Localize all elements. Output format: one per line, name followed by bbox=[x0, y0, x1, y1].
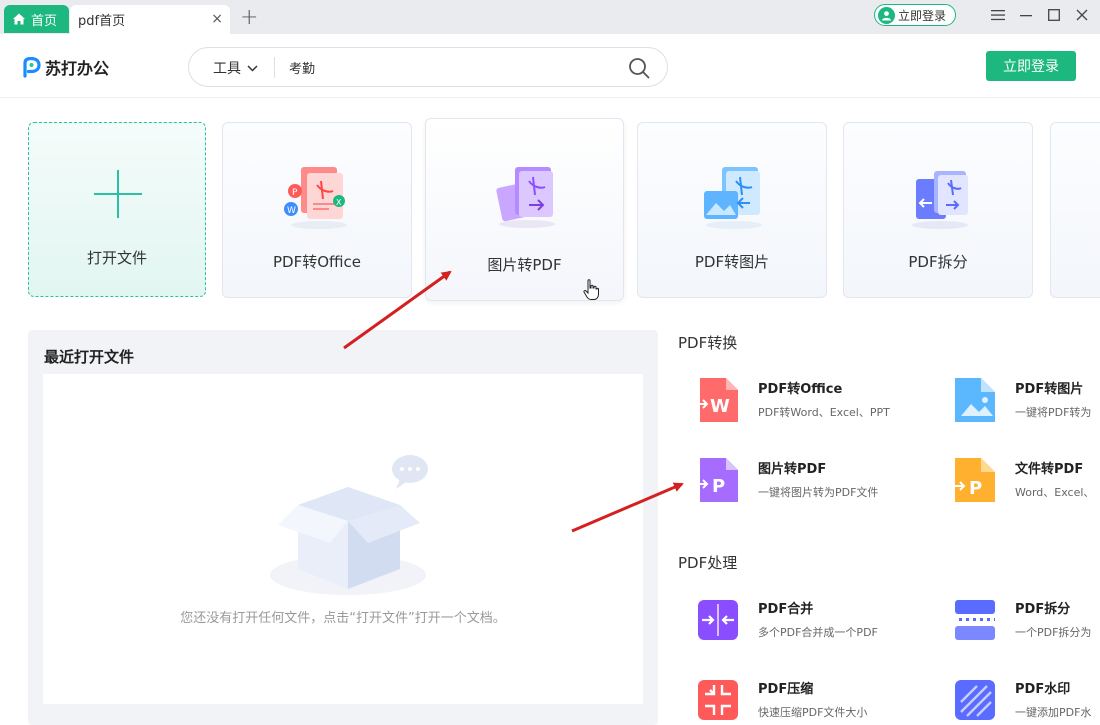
feature-pdf-split-title: PDF拆分 bbox=[1015, 602, 1071, 617]
recent-files-title: 最近打开文件 bbox=[44, 348, 135, 366]
pdf-merge-icon bbox=[698, 600, 738, 640]
feature-pdf-split-desc: 一个PDF拆分为 bbox=[1015, 626, 1092, 639]
feature-pdf-merge[interactable]: PDF合并 多个PDF合并成一个PDF bbox=[696, 596, 946, 646]
tab-home[interactable]: 首页 bbox=[4, 5, 69, 33]
svg-text:P: P bbox=[292, 188, 298, 198]
feature-file-to-pdf-desc: Word、Excel、 bbox=[1015, 486, 1095, 499]
feature-pdf-compress[interactable]: PDF压缩 快速压缩PDF文件大小 bbox=[696, 676, 946, 725]
pdf-to-word-icon: W bbox=[696, 378, 738, 422]
tab-home-label: 首页 bbox=[31, 13, 58, 29]
pdf-to-image-icon bbox=[704, 167, 762, 229]
search-input[interactable] bbox=[289, 56, 609, 78]
empty-state-text: 您还没有打开任何文件，点击“打开文件”打开一个文档。 bbox=[180, 611, 506, 626]
card-open-file[interactable]: 打开文件 bbox=[28, 122, 206, 297]
search-bar: 工具 bbox=[188, 47, 668, 87]
svg-text:X: X bbox=[336, 198, 342, 207]
card-open-file-label: 打开文件 bbox=[86, 249, 147, 267]
login-button[interactable]: 立即登录 bbox=[986, 51, 1076, 81]
menu-icon[interactable] bbox=[989, 6, 1007, 24]
chevron-down-icon bbox=[247, 64, 258, 72]
feature-image-to-pdf-title: 图片转PDF bbox=[758, 462, 827, 477]
image-to-pdf-icon bbox=[495, 167, 555, 228]
logo-icon bbox=[23, 56, 41, 78]
feature-pdf-compress-title: PDF压缩 bbox=[758, 682, 814, 697]
search-icon[interactable] bbox=[628, 57, 650, 79]
pdf-split-icon bbox=[912, 171, 968, 229]
card-pdf-split-label: PDF拆分 bbox=[908, 253, 968, 271]
feature-pdf-to-office-desc: PDF转Word、Excel、PPT bbox=[758, 406, 890, 419]
section-title-convert: PDF转换 bbox=[678, 334, 738, 352]
app-header: 苏打办公 工具 立即登录 bbox=[0, 34, 1100, 98]
feature-pdf-split[interactable]: PDF拆分 一个PDF拆分为 bbox=[953, 596, 1100, 646]
image-to-pdf-icon-small: P bbox=[696, 458, 738, 502]
title-bar: 首页 pdf首页 × + 立即登录 bbox=[0, 0, 1100, 34]
tab-pdf-home[interactable]: pdf首页 × bbox=[70, 5, 230, 34]
plus-icon-vertical bbox=[117, 170, 119, 218]
feature-image-to-pdf-desc: 一键将图片转为PDF文件 bbox=[758, 486, 879, 499]
card-partial[interactable] bbox=[1050, 122, 1100, 298]
file-to-pdf-icon: P bbox=[953, 458, 995, 502]
feature-pdf-merge-title: PDF合并 bbox=[758, 602, 814, 617]
svg-text:W: W bbox=[710, 396, 730, 417]
card-image-to-pdf[interactable]: 图片转PDF bbox=[425, 118, 624, 301]
tab-close-icon[interactable]: × bbox=[211, 12, 223, 26]
logo-text: 苏打办公 bbox=[45, 59, 110, 78]
feature-pdf-watermark-desc: 一键添加PDF水 bbox=[1015, 706, 1092, 719]
tab-pdf-home-label: pdf首页 bbox=[78, 14, 126, 29]
maximize-icon[interactable] bbox=[1045, 6, 1063, 24]
svg-text:P: P bbox=[969, 478, 982, 499]
titlebar-login-label: 立即登录 bbox=[898, 8, 947, 23]
tools-dropdown[interactable]: 工具 bbox=[213, 58, 258, 78]
card-pdf-to-image[interactable]: PDF转图片 bbox=[637, 122, 827, 298]
hand-cursor-icon bbox=[583, 279, 599, 300]
pdf-split-icon-small bbox=[955, 600, 995, 640]
feature-pdf-to-office-title: PDF转Office bbox=[758, 382, 843, 397]
feature-file-to-pdf-title: 文件转PDF bbox=[1015, 462, 1084, 477]
titlebar-login-button[interactable]: 立即登录 bbox=[874, 4, 956, 26]
card-pdf-split[interactable]: PDF拆分 bbox=[843, 122, 1033, 298]
feature-pdf-watermark[interactable]: PDF水印 一键添加PDF水 bbox=[953, 676, 1100, 725]
card-pdf-to-image-label: PDF转图片 bbox=[694, 253, 770, 271]
card-pdf-to-office-label: PDF转Office bbox=[272, 253, 361, 271]
feature-pdf-merge-desc: 多个PDF合并成一个PDF bbox=[758, 626, 878, 639]
home-icon bbox=[13, 13, 25, 25]
feature-pdf-watermark-title: PDF水印 bbox=[1015, 682, 1071, 697]
feature-pdf-to-image-title: PDF转图片 bbox=[1015, 382, 1084, 397]
feature-pdf-to-image-desc: 一键将PDF转为 bbox=[1015, 406, 1092, 419]
feature-image-to-pdf[interactable]: P 图片转PDF 一键将图片转为PDF文件 bbox=[696, 456, 946, 506]
recent-files-panel: 最近打开文件 您还没有打开任何文件，点击“打开文件”打开一个文档。 bbox=[28, 330, 658, 725]
empty-box-icon bbox=[270, 455, 428, 595]
add-tab-icon[interactable]: + bbox=[240, 7, 258, 29]
feature-pdf-to-image[interactable]: PDF转图片 一键将PDF转为 bbox=[953, 376, 1100, 426]
card-pdf-to-office[interactable]: P W X PDF转Office bbox=[222, 122, 412, 298]
pdf-compress-icon bbox=[698, 680, 738, 720]
user-avatar-icon bbox=[878, 6, 895, 24]
feature-pdf-to-office[interactable]: W PDF转Office PDF转Word、Excel、PPT bbox=[696, 376, 946, 426]
minimize-icon[interactable] bbox=[1017, 6, 1035, 24]
feature-file-to-pdf[interactable]: P 文件转PDF Word、Excel、 bbox=[953, 456, 1100, 506]
feature-pdf-compress-desc: 快速压缩PDF文件大小 bbox=[758, 706, 868, 719]
app-logo: 苏打办公 bbox=[22, 55, 109, 79]
close-window-icon[interactable] bbox=[1073, 6, 1091, 24]
tools-dropdown-label: 工具 bbox=[213, 61, 241, 77]
recent-files-list: 您还没有打开任何文件，点击“打开文件”打开一个文档。 bbox=[43, 374, 643, 704]
pdf-to-office-icon: P W X bbox=[284, 167, 347, 229]
pdf-watermark-icon bbox=[955, 680, 995, 720]
svg-text:P: P bbox=[712, 476, 725, 497]
svg-text:W: W bbox=[287, 206, 296, 216]
section-title-process: PDF处理 bbox=[678, 554, 738, 572]
search-divider bbox=[274, 57, 275, 78]
card-image-to-pdf-label: 图片转PDF bbox=[487, 256, 562, 274]
pdf-to-image-icon-small bbox=[955, 378, 995, 422]
